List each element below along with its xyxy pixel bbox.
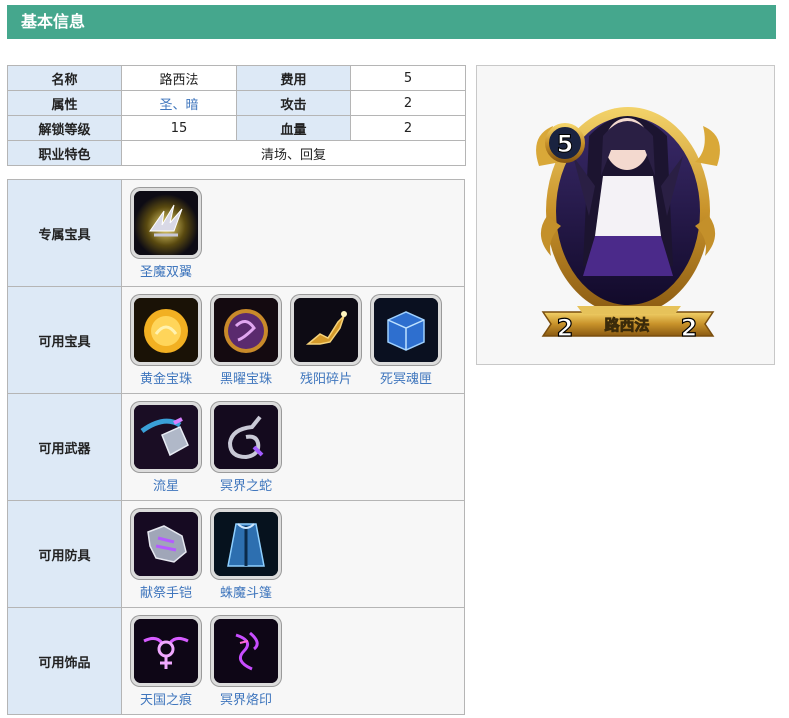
cost-badge: 5	[545, 123, 585, 163]
gear-row-weapons: 可用武器 流星 冥界之蛇	[7, 393, 465, 501]
info-table: 名称 路西法 费用 5 属性 圣、暗 攻击 2 解锁等级 15 血量 2 职业特…	[7, 65, 466, 166]
obsidian-orb-icon[interactable]	[214, 298, 278, 362]
gear-item-name[interactable]: 蛛魔斗篷	[211, 582, 281, 601]
gear-item[interactable]: 流星	[131, 402, 211, 494]
attribute-link-holy[interactable]: 圣	[159, 98, 172, 113]
gear-item[interactable]: 冥界烙印	[211, 616, 291, 708]
gear-item[interactable]: 献祭手铠	[131, 509, 211, 601]
gear-item[interactable]: 残阳碎片	[291, 295, 371, 387]
gear-item-name[interactable]: 天国之痕	[131, 689, 201, 708]
info-row: 属性 圣、暗 攻击 2	[7, 90, 466, 116]
gear-row-label: 可用武器	[7, 393, 122, 501]
meteor-icon[interactable]	[134, 405, 198, 469]
name-label: 名称	[7, 65, 122, 91]
character-figure	[573, 116, 683, 276]
gear-item[interactable]: 圣魔双翼	[131, 188, 211, 280]
card-attack: 2	[557, 314, 574, 342]
gear-row-armor: 可用防具 献祭手铠 蛛魔斗篷	[7, 500, 465, 608]
serpent-whip-icon[interactable]	[214, 405, 278, 469]
gear-row-label: 可用饰品	[7, 607, 122, 715]
gear-table: 专属宝具 圣魔双翼 可用宝具 黄金宝珠 黑曜宝珠 残阳碎片 死冥魂匣 可用武器 …	[7, 179, 465, 715]
gear-items: 圣魔双翼	[121, 179, 465, 287]
gear-row-label: 可用宝具	[7, 286, 122, 394]
card-name: 路西法	[604, 316, 649, 334]
attribute-link-dark[interactable]: 暗	[186, 98, 199, 113]
card-hp: 2	[681, 314, 698, 342]
gear-item-name[interactable]: 献祭手铠	[131, 582, 201, 601]
gear-item-name[interactable]: 冥界之蛇	[211, 475, 281, 494]
gear-items: 天国之痕 冥界烙印	[121, 607, 465, 715]
gear-item[interactable]: 冥界之蛇	[211, 402, 291, 494]
gear-item[interactable]: 蛛魔斗篷	[211, 509, 291, 601]
unlock-level-label: 解锁等级	[7, 115, 122, 141]
heaven-mark-icon[interactable]	[134, 619, 198, 683]
section-title: 基本信息	[21, 12, 86, 31]
gear-item-name[interactable]: 冥界烙印	[211, 689, 281, 708]
attribute-separator: 、	[172, 97, 186, 113]
gear-item-name[interactable]: 死冥魂匣	[371, 368, 441, 387]
gauntlet-icon[interactable]	[134, 512, 198, 576]
gear-item-name[interactable]: 残阳碎片	[291, 368, 361, 387]
underworld-brand-icon[interactable]	[214, 619, 278, 683]
gear-item-name[interactable]: 圣魔双翼	[131, 261, 201, 280]
info-row: 职业特色 清场、回复	[7, 140, 466, 166]
trait-label: 职业特色	[7, 140, 122, 166]
attack-value: 2	[350, 90, 466, 116]
gear-item[interactable]: 黄金宝珠	[131, 295, 211, 387]
card-panel: 5 路西法 2 2	[476, 65, 775, 365]
gear-row-label: 专属宝具	[7, 179, 122, 287]
gear-items: 黄金宝珠 黑曜宝珠 残阳碎片 死冥魂匣	[121, 286, 465, 394]
gear-item-name[interactable]: 黄金宝珠	[131, 368, 201, 387]
hp-value: 2	[350, 115, 466, 141]
gear-item[interactable]: 黑曜宝珠	[211, 295, 291, 387]
cost-value: 5	[350, 65, 466, 91]
section-header: 基本信息	[7, 5, 776, 39]
gear-items: 献祭手铠 蛛魔斗篷	[121, 500, 465, 608]
golden-orb-icon[interactable]	[134, 298, 198, 362]
gear-item[interactable]: 天国之痕	[131, 616, 211, 708]
gear-item-name[interactable]: 黑曜宝珠	[211, 368, 281, 387]
trait-value: 清场、回复	[121, 140, 466, 166]
soul-box-icon[interactable]	[374, 298, 438, 362]
gear-item[interactable]: 死冥魂匣	[371, 295, 451, 387]
wings-icon[interactable]	[134, 191, 198, 255]
fragment-icon[interactable]	[294, 298, 358, 362]
card-cost: 5	[557, 130, 574, 158]
unlock-level-value: 15	[121, 115, 237, 141]
info-row: 名称 路西法 费用 5	[7, 65, 466, 91]
gear-item-name[interactable]: 流星	[131, 475, 201, 494]
gear-row-label: 可用防具	[7, 500, 122, 608]
hp-label: 血量	[236, 115, 351, 141]
attribute-value: 圣、暗	[121, 90, 237, 116]
gear-row-treasures: 可用宝具 黄金宝珠 黑曜宝珠 残阳碎片 死冥魂匣	[7, 286, 465, 394]
gear-items: 流星 冥界之蛇	[121, 393, 465, 501]
card-image: 5 路西法 2 2	[536, 107, 720, 343]
attack-label: 攻击	[236, 90, 351, 116]
name-value: 路西法	[121, 65, 237, 91]
cloak-icon[interactable]	[214, 512, 278, 576]
info-row: 解锁等级 15 血量 2	[7, 115, 466, 141]
gear-row-accessories: 可用饰品 天国之痕 冥界烙印	[7, 607, 465, 715]
gear-row-exclusive: 专属宝具 圣魔双翼	[7, 179, 465, 287]
cost-label: 费用	[236, 65, 351, 91]
attribute-label: 属性	[7, 90, 122, 116]
